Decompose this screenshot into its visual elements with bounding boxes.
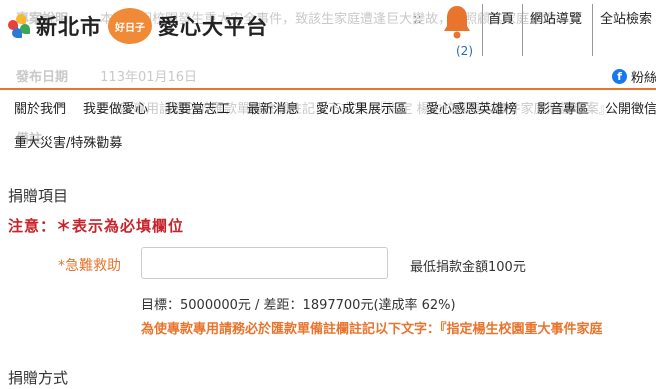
background-text: 113年01月16日 — [100, 70, 198, 85]
background-row-date: 發布日期 113年01月16日 — [16, 66, 197, 85]
facebook-fanpage-link[interactable]: f 粉絲 — [612, 67, 656, 86]
background-label: 發布日期 — [16, 70, 69, 85]
site-logo[interactable]: 新北市 好日子 愛心大平台 — [8, 8, 268, 44]
accesskey-dots[interactable]: :: — [413, 12, 422, 27]
bell-icon[interactable] — [442, 4, 472, 40]
logo-title-text: 愛心大平台 — [158, 15, 268, 39]
emergency-relief-amount-input[interactable] — [141, 247, 388, 279]
nav-item-volunteer[interactable]: 我要當志工 — [165, 98, 230, 117]
remittance-remark-text: 為使專款專用請務必於匯款單備註欄註記以下文字：『指定楊生校園重大事件家庭 — [141, 322, 603, 337]
notification-count: (2) — [456, 44, 473, 58]
nav-item-media[interactable]: 影音專區 — [537, 98, 589, 117]
nav-item-results[interactable]: 愛心成果展示區 — [316, 98, 407, 117]
facebook-icon: f — [612, 69, 627, 84]
nav-item-donate[interactable]: 我要做愛心 — [83, 98, 148, 117]
donation-item-heading: 捐贈項目 — [8, 187, 69, 205]
divider — [482, 4, 483, 56]
logo-flower-icon — [8, 14, 32, 38]
nav-item-news[interactable]: 最新消息 — [247, 98, 299, 117]
emergency-relief-label: *急難救助 — [58, 258, 121, 274]
main-nav: 關於我們 我要做愛心 我要當志工 最新消息 愛心成果展示區 愛心感恩英雄榜 影音… — [0, 90, 656, 152]
divider — [522, 4, 523, 56]
nav-item-heroes[interactable]: 愛心感恩英雄榜 — [426, 98, 517, 117]
home-link[interactable]: 首頁 — [488, 8, 514, 27]
nav-item-about[interactable]: 關於我們 — [14, 98, 66, 117]
donation-method-heading: 捐贈方式 — [8, 369, 69, 387]
nav-item-disaster[interactable]: 重大災害/特殊勸募 — [14, 132, 122, 151]
sitemap-link[interactable]: 網站導覽 — [530, 8, 582, 27]
logo-badge: 好日子 — [108, 8, 152, 44]
site-search-link[interactable]: 全站檢索 — [600, 8, 652, 27]
divider — [592, 4, 593, 56]
fundraising-progress-text: 目標：5000000元 / 差距：1897700元(達成率 62%) — [141, 298, 456, 313]
logo-city-text: 新北市 — [36, 15, 102, 39]
required-notice: 注意：＊表示為必填欄位 — [8, 217, 185, 235]
nav-item-disclosure[interactable]: 公開徵信 — [605, 98, 656, 117]
minimum-amount-text: 最低捐款金額100元 — [410, 260, 526, 275]
site-header: 新北市 好日子 愛心大平台 :: (2) 首頁 網站導覽 全站檢索 — [0, 0, 656, 58]
facebook-label: 粉絲 — [631, 71, 656, 86]
